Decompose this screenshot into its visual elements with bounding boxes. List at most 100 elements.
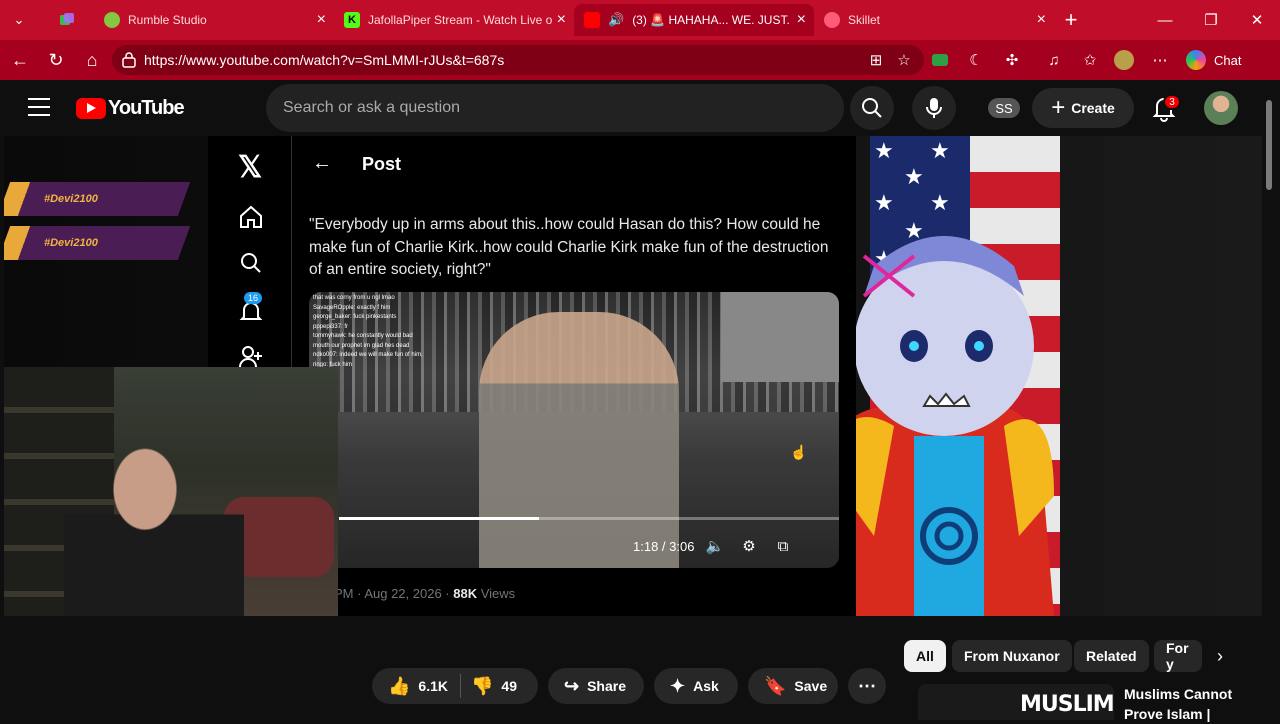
like-count[interactable]: 6.1K — [418, 678, 448, 694]
new-tab-icon[interactable]: + — [1052, 0, 1090, 40]
post-title: Post — [362, 154, 402, 174]
share-button[interactable]: ↪ Share — [548, 668, 644, 704]
youtube-logo[interactable]: YouTube — [76, 97, 185, 120]
back-arrow-icon[interactable]: ← — [312, 152, 332, 175]
picture-in-picture-icon[interactable]: ⧉ — [773, 536, 793, 556]
search-button[interactable] — [850, 86, 894, 130]
x-logo-icon[interactable]: 𝕏 — [238, 150, 262, 185]
home-icon[interactable]: ⌂ — [80, 48, 104, 72]
voice-search-button[interactable] — [912, 86, 956, 130]
streamer-image — [64, 447, 244, 616]
star-icon: ★ — [874, 138, 894, 163]
account-avatar[interactable] — [1204, 91, 1238, 125]
media-icon[interactable]: ♫ — [1044, 50, 1064, 70]
minimize-icon[interactable]: — — [1142, 0, 1188, 40]
plus-icon: + — [1051, 94, 1066, 121]
speaker-image — [479, 312, 679, 568]
chat-line: mouth our prophet im glad hes dead — [313, 342, 410, 349]
home-icon[interactable] — [238, 204, 264, 230]
hamburger-menu-icon[interactable] — [28, 98, 50, 118]
clip-progress-bar[interactable] — [339, 517, 839, 520]
create-button[interactable]: + Create — [1032, 88, 1134, 128]
extension-green-icon[interactable] — [930, 50, 950, 70]
restore-icon[interactable]: ❐ — [1188, 0, 1234, 40]
post-meta: PM · Aug 22, 2026 · 88K Views — [334, 586, 515, 601]
sparkle-icon: ✦ — [670, 675, 686, 696]
url-text: https://www.youtube.com/watch?v=SmLMMI-r… — [144, 52, 505, 68]
search-icon[interactable] — [238, 250, 264, 276]
social-badge: #Devi2100 — [4, 182, 211, 216]
search-input[interactable]: Search or ask a question — [266, 84, 844, 132]
social-badge: #Devi2100 — [4, 226, 211, 260]
star-icon: ★ — [874, 190, 894, 215]
youtube-play-icon — [76, 98, 106, 119]
ask-button[interactable]: ✦ Ask — [654, 668, 738, 704]
more-menu-icon[interactable]: ⋯ — [1150, 50, 1170, 70]
chat-overlay: that was corny from u ngl lmao SavageROp… — [313, 294, 463, 370]
close-tab-icon[interactable]: × — [797, 11, 806, 29]
page-scrollbar[interactable] — [1262, 80, 1280, 720]
lock-icon — [122, 52, 136, 68]
dislike-count[interactable]: 49 — [501, 678, 517, 694]
youtube-icon — [584, 12, 600, 28]
favorites-icon[interactable]: ✩ — [1080, 50, 1100, 70]
post-views-label: Views — [480, 586, 516, 601]
extensions-icon[interactable]: ✣ — [1002, 50, 1022, 70]
audio-playing-icon[interactable]: 🔊 — [608, 12, 624, 28]
refresh-icon[interactable]: ↻ — [44, 48, 68, 72]
close-tab-icon[interactable]: × — [1037, 11, 1046, 29]
search-placeholder: Search or ask a question — [283, 99, 460, 116]
notification-count-badge: 3 — [1163, 94, 1181, 110]
close-tab-icon[interactable]: × — [557, 11, 566, 29]
mouse-cursor-icon: ☝ — [790, 444, 808, 460]
browser-tab-bar: ⌄ Rumble Studio × K JafollaPiper Stream … — [0, 0, 1280, 40]
close-tab-icon[interactable]: × — [317, 11, 326, 29]
video-player[interactable]: ★ ★ ★ ★ ★ ★ ★ 𝕏 16 ← P — [4, 136, 1262, 616]
chip-for-you[interactable]: For y — [1154, 640, 1202, 672]
chat-line: SavageROpple: exactly f him — [313, 304, 391, 311]
post-date: PM · Aug 22, 2026 · — [334, 586, 454, 601]
app-available-icon[interactable]: ⊞ — [866, 50, 886, 70]
chat-line: that was corny from u ngl lmao — [313, 295, 395, 301]
tab-rumble-studio[interactable]: Rumble Studio × — [94, 4, 334, 36]
tab-kick-stream[interactable]: K JafollaPiper Stream - Watch Live o × — [334, 4, 574, 36]
divider — [460, 674, 461, 698]
thumbnail-text: MUSLIMS — [1020, 692, 1114, 717]
post-views-count: 88K — [453, 586, 478, 601]
suggested-video-title[interactable]: Muslims Cannot Prove Islam | — [1124, 684, 1274, 724]
search-icon — [862, 98, 882, 118]
video-thumbnail[interactable]: MUSLIMS — [918, 684, 1114, 720]
profile-icon[interactable] — [1114, 50, 1134, 70]
star-icon: ★ — [930, 190, 950, 215]
chat-line: ndko007: indeed we will make fun of him, — [313, 352, 423, 358]
tab-list-chevron-icon[interactable]: ⌄ — [0, 0, 38, 40]
dark-mode-icon[interactable]: ☾ — [966, 50, 986, 70]
chip-from-channel[interactable]: From Nuxanor — [952, 640, 1072, 672]
tab-youtube-active[interactable]: 🔊 (3) 🚨 HAHAHA... WE. JUST. W × — [574, 4, 814, 36]
chevron-right-icon[interactable]: › — [1206, 644, 1234, 668]
tab-label: (3) 🚨 HAHAHA... WE. JUST. W — [632, 13, 793, 27]
embedded-video[interactable]: that was corny from u ngl lmao SavageROp… — [309, 292, 839, 568]
chip-related[interactable]: Related — [1074, 640, 1149, 672]
chip-all[interactable]: All — [904, 640, 946, 672]
volume-icon[interactable]: 🔈 — [705, 536, 725, 556]
back-icon[interactable]: ← — [8, 48, 32, 72]
clip-time: 1:18 / 3:06 — [633, 539, 695, 554]
like-icon[interactable]: 👍 — [388, 676, 410, 697]
favorite-star-icon[interactable]: ☆ — [894, 50, 914, 70]
scrollbar-thumb[interactable] — [1266, 100, 1272, 190]
address-bar-row: ← ↻ ⌂ https://www.youtube.com/watch?v=Sm… — [0, 40, 1280, 80]
save-button[interactable]: 🔖 Save — [748, 668, 838, 704]
settings-gear-icon[interactable]: ⚙ — [739, 536, 759, 556]
copilot-chat-button[interactable]: Chat — [1186, 48, 1241, 72]
create-label: Create — [1071, 100, 1115, 116]
dislike-icon[interactable]: 👎 — [471, 676, 493, 697]
tab-skillet[interactable]: Skillet × — [814, 4, 1054, 36]
workspace-icon[interactable] — [48, 0, 86, 40]
url-field[interactable]: https://www.youtube.com/watch?v=SmLMMI-r… — [112, 45, 924, 75]
chat-line: tommyhawk: he constantly would bad — [313, 333, 413, 339]
star-icon: ★ — [904, 164, 924, 189]
ss-badge[interactable]: SS — [988, 98, 1020, 118]
more-actions-button[interactable]: ⋯ — [848, 668, 886, 704]
close-window-icon[interactable]: ✕ — [1234, 0, 1280, 40]
